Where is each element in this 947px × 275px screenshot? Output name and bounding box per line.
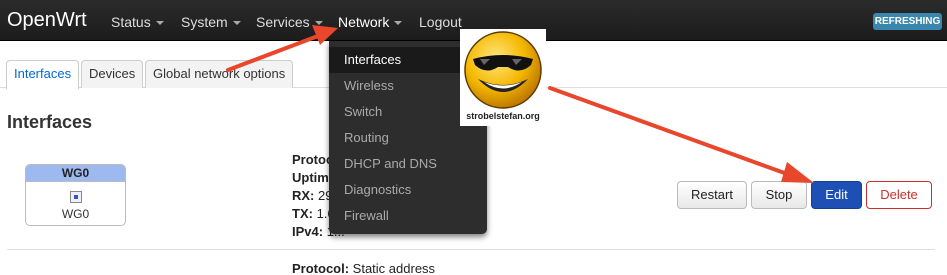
- logo-caption: strobelstefan.org: [466, 111, 540, 121]
- brand-logo[interactable]: OpenWrt: [7, 9, 87, 32]
- tab-devices[interactable]: Devices: [81, 60, 144, 88]
- interface-badge-label: WG0: [61, 207, 90, 221]
- menu-item-routing[interactable]: Routing: [329, 125, 487, 151]
- chevron-down-icon: [314, 21, 323, 26]
- smiley-sunglasses-icon: [464, 31, 542, 109]
- tab-interfaces[interactable]: Interfaces: [6, 60, 80, 89]
- network-device-icon: [70, 191, 82, 203]
- chevron-down-icon: [232, 21, 241, 26]
- nav-network[interactable]: Network: [338, 14, 403, 30]
- delete-button[interactable]: Delete: [866, 181, 932, 209]
- info-protocol: Protoc: [292, 152, 334, 167]
- restart-button[interactable]: Restart: [677, 181, 747, 209]
- tab-global-network-options[interactable]: Global network options: [145, 60, 294, 88]
- interface-badge[interactable]: WG0 WG0: [25, 164, 126, 226]
- menu-item-dhcp-dns[interactable]: DHCP and DNS: [329, 151, 487, 177]
- interface-badge-name: WG0: [26, 165, 125, 182]
- stop-button[interactable]: Stop: [751, 181, 807, 209]
- info-uptime: Uptim: [292, 170, 329, 185]
- nav-services[interactable]: Services: [256, 14, 323, 30]
- chevron-down-icon: [394, 21, 403, 26]
- edit-button[interactable]: Edit: [811, 181, 862, 209]
- info-rx: RX: 29: [292, 188, 333, 203]
- next-interface-protocol: Protocol: Static address: [292, 261, 436, 275]
- refreshing-badge[interactable]: REFRESHING: [873, 13, 942, 30]
- chevron-down-icon: [155, 21, 164, 26]
- site-logo: strobelstefan.org: [460, 29, 546, 126]
- row-divider: [7, 249, 935, 250]
- section-title: Interfaces: [7, 112, 93, 132]
- openwrt-page: OpenWrt Status System Services Network L…: [0, 0, 947, 275]
- nav-logout[interactable]: Logout: [419, 14, 462, 30]
- nav-status[interactable]: Status: [111, 14, 164, 30]
- menu-item-diagnostics[interactable]: Diagnostics: [329, 177, 487, 203]
- arrow-to-edit-line: [548, 86, 792, 177]
- menu-item-firewall[interactable]: Firewall: [329, 203, 487, 229]
- arrow-head-edit-icon: [781, 162, 814, 183]
- nav-system[interactable]: System: [181, 14, 241, 30]
